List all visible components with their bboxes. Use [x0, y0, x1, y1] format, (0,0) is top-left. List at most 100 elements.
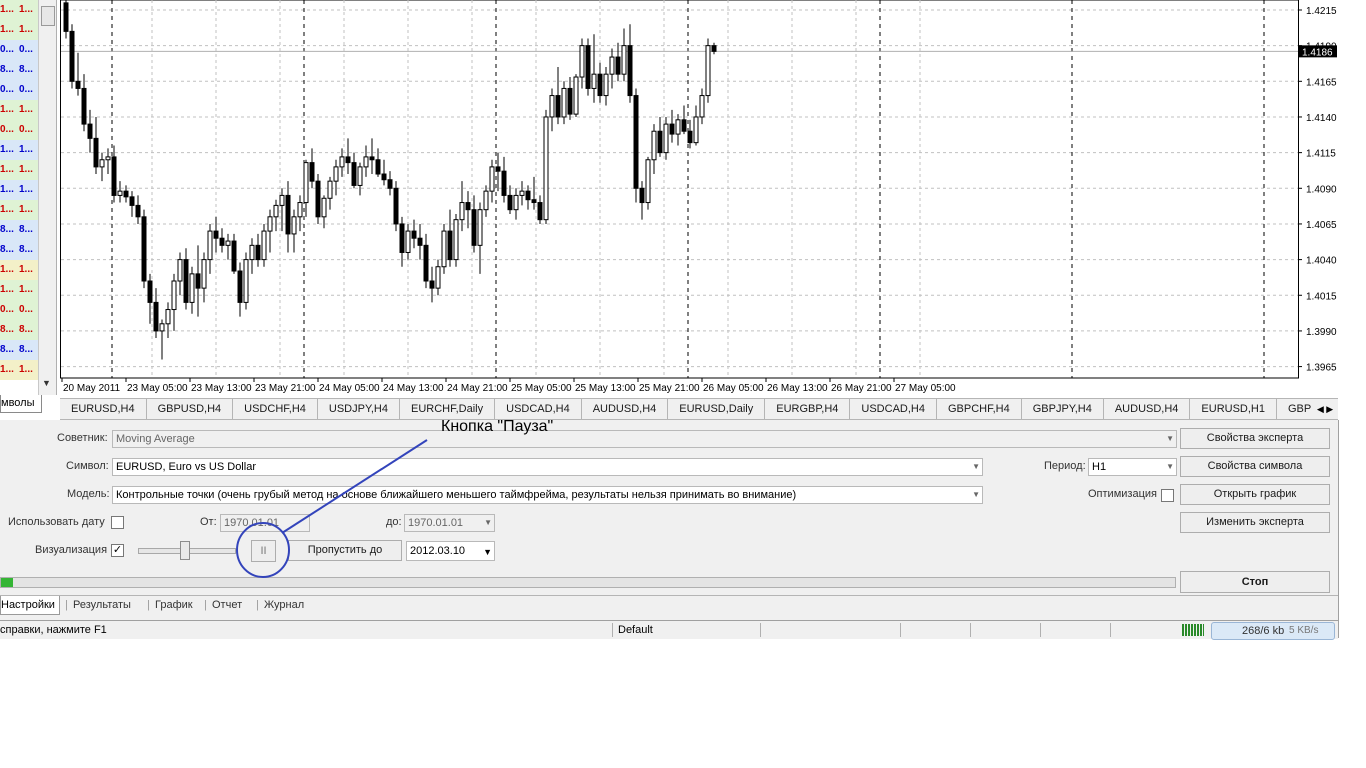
candle-body [663, 123, 669, 154]
period-select[interactable]: H1 ▼ [1088, 458, 1177, 476]
candle-body [189, 273, 195, 303]
chart-tab[interactable]: EURGBP,H4 [765, 399, 851, 419]
chart-tab[interactable]: EURUSD,H4 [60, 399, 147, 419]
market-watch-row[interactable]: 0... 0... [0, 40, 38, 60]
market-watch-row[interactable]: 1... 1... [0, 100, 38, 120]
chart-tab[interactable]: AUDUSD,H4 [582, 399, 669, 419]
expert-select[interactable]: Moving Average ▼ [112, 430, 1177, 448]
chart-tab[interactable]: USDCHF,H4 [233, 399, 318, 419]
tester-tab[interactable]: Отчет [212, 596, 242, 614]
market-watch-row[interactable]: 8... 8... [0, 240, 38, 260]
candle-body [639, 187, 645, 204]
market-watch-row[interactable]: 1... 1... [0, 200, 38, 220]
to-date-field[interactable]: 1970.01.01 ▼ [404, 514, 495, 532]
tester-tab[interactable]: Результаты [73, 596, 131, 614]
time-label: 26 May 13:00 [767, 383, 828, 394]
price-label: 1.4115 [1306, 149, 1336, 160]
modify-expert-button[interactable]: Изменить эксперта [1180, 512, 1330, 533]
market-watch-row[interactable]: 0... 0... [0, 120, 38, 140]
model-select[interactable]: Контрольные точки (очень грубый метод на… [112, 486, 983, 504]
chart-tab[interactable]: GBPUSD,H4 [147, 399, 234, 419]
market-watch-row[interactable]: 0... 0... [0, 300, 38, 320]
expert-properties-button[interactable]: Свойства эксперта [1180, 428, 1330, 449]
chart-tab[interactable]: USDCAD,H4 [495, 399, 582, 419]
candle-body [537, 202, 543, 221]
bid-value: 0... [0, 304, 14, 315]
tester-tab[interactable]: Настройки [0, 596, 60, 615]
stop-button[interactable]: Стоп [1180, 571, 1330, 593]
annotation-label: Кнопка "Пауза" [441, 418, 554, 435]
chart-tab[interactable]: GBPJPY,H4 [1022, 399, 1104, 419]
skip-to-button[interactable]: Пропустить до [288, 540, 402, 561]
price-label: 1.3965 [1306, 363, 1337, 374]
market-watch-row[interactable]: 1... 1... [0, 0, 38, 20]
candle-body [255, 244, 261, 261]
tabs-scroll-arrows-icon[interactable]: ◀ ▶ [1312, 399, 1338, 419]
skip-to-date-field[interactable]: 2012.03.10 ▼ [406, 541, 495, 561]
ask-value: 0... [19, 124, 33, 135]
market-watch-row[interactable]: 1... 1... [0, 280, 38, 300]
period-select-value: H1 [1092, 461, 1107, 473]
time-label: 23 May 13:00 [191, 383, 252, 394]
market-watch-row[interactable]: 8... 8... [0, 320, 38, 340]
market-watch-row[interactable]: 8... 8... [0, 60, 38, 80]
candle-body [687, 130, 693, 144]
market-watch-scrollbar[interactable]: ▼ [38, 0, 57, 395]
bid-value: 1... [0, 164, 14, 175]
candle-body [471, 209, 477, 246]
status-profile: Default [618, 624, 653, 636]
price-label: 1.4090 [1306, 184, 1337, 195]
candle-body [597, 73, 603, 97]
symbol-properties-button[interactable]: Свойства символа [1180, 456, 1330, 477]
symbol-select[interactable]: EURUSD, Euro vs US Dollar ▼ [112, 458, 983, 476]
chart-tab[interactable]: AUDUSD,H4 [1104, 399, 1191, 419]
scroll-down-arrow-icon[interactable]: ▼ [42, 378, 51, 388]
candle-body [423, 244, 429, 282]
market-watch-row[interactable]: 1... 1... [0, 160, 38, 180]
pause-button[interactable]: II [251, 540, 276, 562]
price-label: 1.4040 [1306, 256, 1337, 267]
use-date-checkbox[interactable] [111, 516, 124, 529]
market-watch-row[interactable]: 1... 1... [0, 20, 38, 40]
chart-tab[interactable]: EURUSD,Daily [668, 399, 766, 419]
open-chart-button[interactable]: Открыть график [1180, 484, 1330, 505]
chart-tab[interactable]: EURCHF,Daily [400, 399, 496, 419]
market-watch-row[interactable]: 0... 0... [0, 80, 38, 100]
chart-tab[interactable]: GBPCHF,H4 [937, 399, 1022, 419]
market-watch-row[interactable]: 1... 1... [0, 180, 38, 200]
chevron-down-icon: ▼ [972, 462, 980, 471]
market-watch-tab-symbols[interactable]: мволы [0, 395, 42, 413]
market-watch-row[interactable]: 8... 8... [0, 220, 38, 240]
price-chart[interactable]: 1.42151.41901.41651.41401.41151.40901.40… [60, 0, 1338, 397]
tester-tab[interactable]: График [155, 596, 193, 614]
market-watch-row[interactable]: 1... 1... [0, 360, 38, 380]
from-date-field[interactable]: 1970.01.01 [220, 514, 310, 532]
candle-body [351, 162, 357, 186]
time-label: 24 May 13:00 [383, 383, 444, 394]
market-watch-row[interactable]: 1... 1... [0, 260, 38, 280]
candle-body [705, 45, 711, 97]
market-watch-list[interactable]: 1... 1... 1... 1... 0... 0... 8... 8... 0... 0...… [0, 0, 39, 395]
candle-body [117, 190, 123, 196]
symbol-select-value: EURUSD, Euro vs US Dollar [116, 461, 256, 473]
chart-tab[interactable]: EURUSD,H1 [1190, 399, 1277, 419]
time-label: 26 May 21:00 [831, 383, 892, 394]
time-label: 24 May 05:00 [319, 383, 380, 394]
candle-body [675, 119, 681, 135]
tab-separator: | [256, 599, 259, 611]
speed-slider-handle[interactable] [180, 541, 190, 560]
candle-body [381, 173, 387, 181]
market-watch-row[interactable]: 1... 1... [0, 140, 38, 160]
candle-body [393, 187, 399, 225]
ask-value: 8... [19, 224, 33, 235]
tester-tab[interactable]: Журнал [264, 596, 304, 614]
optimization-checkbox[interactable] [1161, 489, 1174, 502]
visualization-checkbox[interactable]: ✓ [111, 544, 124, 557]
bid-value: 1... [0, 184, 14, 195]
scrollbar-thumb[interactable] [41, 6, 55, 26]
chart-tab[interactable]: USDCAD,H4 [850, 399, 937, 419]
market-watch-row[interactable]: 8... 8... [0, 340, 38, 360]
price-label: 1.4065 [1306, 220, 1337, 231]
candle-body [105, 156, 111, 161]
chart-tab[interactable]: USDJPY,H4 [318, 399, 400, 419]
